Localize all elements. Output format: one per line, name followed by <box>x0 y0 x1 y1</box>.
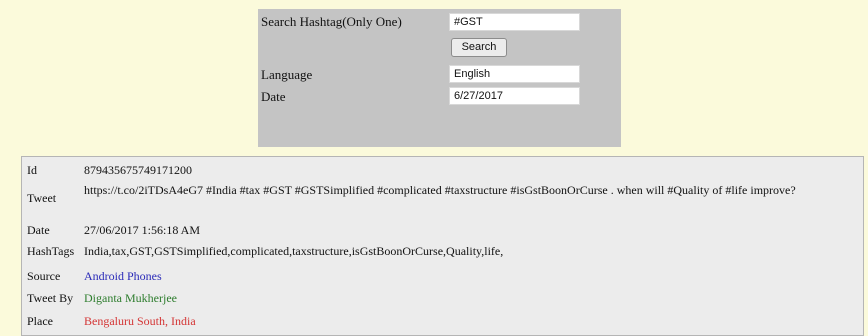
hashtags-label: HashTags <box>27 244 75 258</box>
source-label: Source <box>27 269 61 283</box>
tweet-text: https://t.co/2iTDsA4eG7 #India #tax #GST… <box>84 183 796 197</box>
tweet-result-panel: Id 879435675749171200 Tweet https://t.co… <box>21 156 864 336</box>
date-value-result: 27/06/2017 1:56:18 AM <box>84 223 201 237</box>
hashtag-label: Search Hashtag(Only One) <box>261 14 402 29</box>
language-input[interactable]: English <box>449 65 580 83</box>
date-label-result: Date <box>27 223 50 237</box>
place-label: Place <box>27 314 53 328</box>
date-label: Date <box>261 89 286 104</box>
language-label: Language <box>261 67 313 82</box>
id-value: 879435675749171200 <box>84 163 192 177</box>
tweet-by-label: Tweet By <box>27 291 74 305</box>
tweet-label: Tweet <box>27 191 57 205</box>
search-button[interactable]: Search <box>451 38 507 57</box>
id-label: Id <box>27 163 37 177</box>
date-input[interactable]: 6/27/2017 <box>449 87 580 105</box>
place-value: Bengaluru South, India <box>84 314 196 328</box>
search-form-panel: Search Hashtag(Only One) #GST Search Lan… <box>258 9 621 147</box>
hashtag-input[interactable]: #GST <box>449 13 580 31</box>
tweet-by-value: Diganta Mukherjee <box>84 291 177 305</box>
source-value: Android Phones <box>84 269 162 283</box>
hashtags-value: India,tax,GST,GSTSimplified,complicated,… <box>84 244 504 258</box>
